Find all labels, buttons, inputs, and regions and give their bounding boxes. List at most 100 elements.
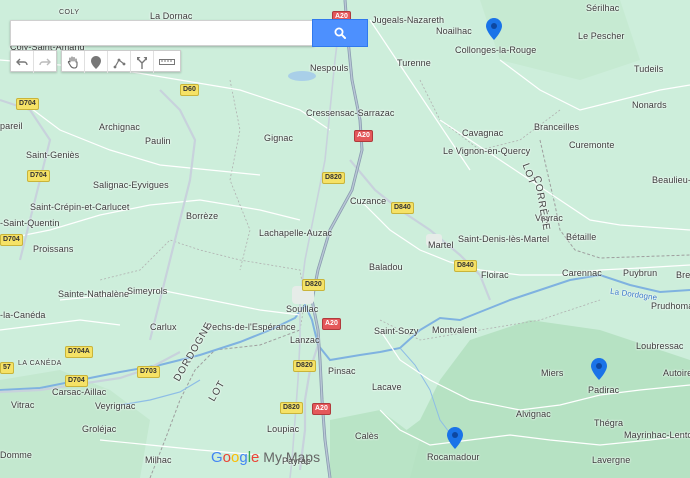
place-label-lanzac: Lanzac [290,335,320,345]
pan-tool-button[interactable] [62,51,85,73]
logo-letter: G [211,449,223,466]
place-label-la-caneda: -la-Canéda [0,310,46,320]
map-pin-rocamadour[interactable] [447,427,463,449]
place-label-borreze: Borrèze [186,211,219,221]
road-shield-a20: A20 [354,130,373,142]
place-label-martel: Martel [428,240,454,250]
route-icon [137,56,147,69]
undo-button[interactable] [11,51,34,73]
place-label-vitrac: Vitrac [11,400,35,410]
place-label-coly: COLY [59,9,80,16]
search-button[interactable] [312,19,368,47]
road-shield-a20: A20 [322,318,341,330]
road-shield-a20: A20 [312,403,331,415]
redo-icon [39,58,51,66]
redo-button[interactable] [34,51,56,73]
place-label-lavergne: Lavergne [592,455,631,465]
place-label-prudhomat: Prudhoma [651,301,690,311]
ruler-icon [159,59,175,65]
place-label-paulin: Paulin [145,136,171,146]
place-label-milhac: Milhac [145,455,172,465]
road-shield-d704: D704 [27,170,50,182]
commune-border [419,79,561,151]
road-shield-d704: D704 [65,375,88,387]
map-pin-padirac[interactable] [591,358,607,380]
place-label-carlux: Carlux [150,322,177,332]
place-label-sainte-nathalene: Sainte-Nathalène [58,289,130,299]
place-label-domme: Domme [0,450,33,460]
place-label-saint-sozy: Saint-Sozy [374,326,419,336]
logo-letter: o [222,449,232,466]
place-label-la-caneda-small: LA CANÉDA [18,360,62,367]
place-label-jugeals-nazareth: Jugeals-Nazareth [372,15,445,25]
place-label-baladou: Baladou [369,262,403,272]
forest-area [330,410,420,478]
road-shield-d704: D704 [16,98,39,110]
road-shield-d840: D840 [391,202,414,214]
place-label-gignac: Gignac [264,133,294,143]
place-label-mayrinhac-lentour: Mayrinhac-Lento [624,430,690,440]
place-label-lacave: Lacave [372,382,402,392]
place-label-salignac-eyvigues: Salignac-Eyvigues [93,180,169,190]
department-border [539,139,690,259]
place-label-noailhac: Noailhac [436,26,472,36]
measure-button[interactable] [154,51,180,73]
place-label-saint-quentin: -Saint-Quentin [0,218,60,228]
map-canvas[interactable]: COLY La Dornac Coly-Saint-Amand Jugeals-… [0,0,690,478]
place-label-archignac: Archignac [99,122,140,132]
place-label-puybrun: Puybrun [623,268,658,278]
place-label-beaulieu: Beaulieu-su [652,175,690,185]
place-label-souillac: Souillac [286,304,319,314]
place-label-carsac-aillac: Carsac-Aillac [52,387,107,397]
search-input[interactable] [11,21,313,43]
commune-border [99,239,306,331]
place-label-betaille: Bétaille [566,232,597,242]
place-label-lachapelle-auzac: Lachapelle-Auzac [259,228,333,238]
place-label-nespouls: Nespouls [310,63,349,73]
undo-icon [16,58,28,66]
place-label-tudeils: Tudeils [634,64,664,74]
road-shield-d60: D60 [180,84,199,96]
place-label-thegra: Thégra [594,418,624,428]
road-shield-d820: D820 [280,402,303,414]
tools-group [61,50,181,73]
place-label-branceilles: Branceilles [534,122,580,132]
map-pin-collonges-la-rouge[interactable] [486,18,502,40]
logo-letter: o [231,449,240,466]
place-label-loupiac: Loupiac [267,424,300,434]
place-label-loubressac: Loubressac [636,341,684,351]
place-label-bre: Bre [676,270,690,280]
directions-button[interactable] [131,51,154,73]
place-label-pechs-de-l-esperance: Pechs-de-l'Espérance [206,322,296,332]
place-label-curemonte: Curemonte [569,140,615,150]
place-label-grolejac: Groléjac [82,424,117,434]
history-group [10,50,57,73]
road-shield-d820: D820 [293,360,316,372]
map-toolbar [10,50,185,73]
logo-product-name: My Maps [259,449,321,465]
place-label-saint-denis-les-martel: Saint-Denis-lès-Martel [458,234,550,244]
place-label-autoire: Autoire [663,368,690,378]
place-label-saint-genies: Saint-Geniès [26,150,80,160]
search-icon [334,27,346,39]
logo-letter: g [239,449,248,466]
road-shield-d703: D703 [137,366,160,378]
road-shield-d704a: D704A [65,346,93,358]
place-label-floirac: Floirac [481,270,509,280]
place-label-cavagnac: Cavagnac [462,128,504,138]
place-label-turenne: Turenne [397,58,431,68]
place-label-alvignac: Alvignac [516,409,551,419]
draw-line-button[interactable] [108,51,131,73]
hand-icon [67,56,78,69]
place-label-serilhac: Sérilhac [586,3,620,13]
place-label-cales: Calès [355,431,379,441]
road-shield-d704: D704 [0,234,23,246]
place-label-nonards: Nonards [632,100,667,110]
place-label-cuzance: Cuzance [350,196,387,206]
commune-border [229,79,251,271]
add-marker-button[interactable] [85,51,108,73]
place-label-saint-crepin-et-carlucet: Saint-Crépin-et-Carlucet [30,202,130,212]
place-label-pareil: pareil [0,121,23,131]
logo-letter: e [251,449,260,466]
road-shield-d820: D820 [322,172,345,184]
